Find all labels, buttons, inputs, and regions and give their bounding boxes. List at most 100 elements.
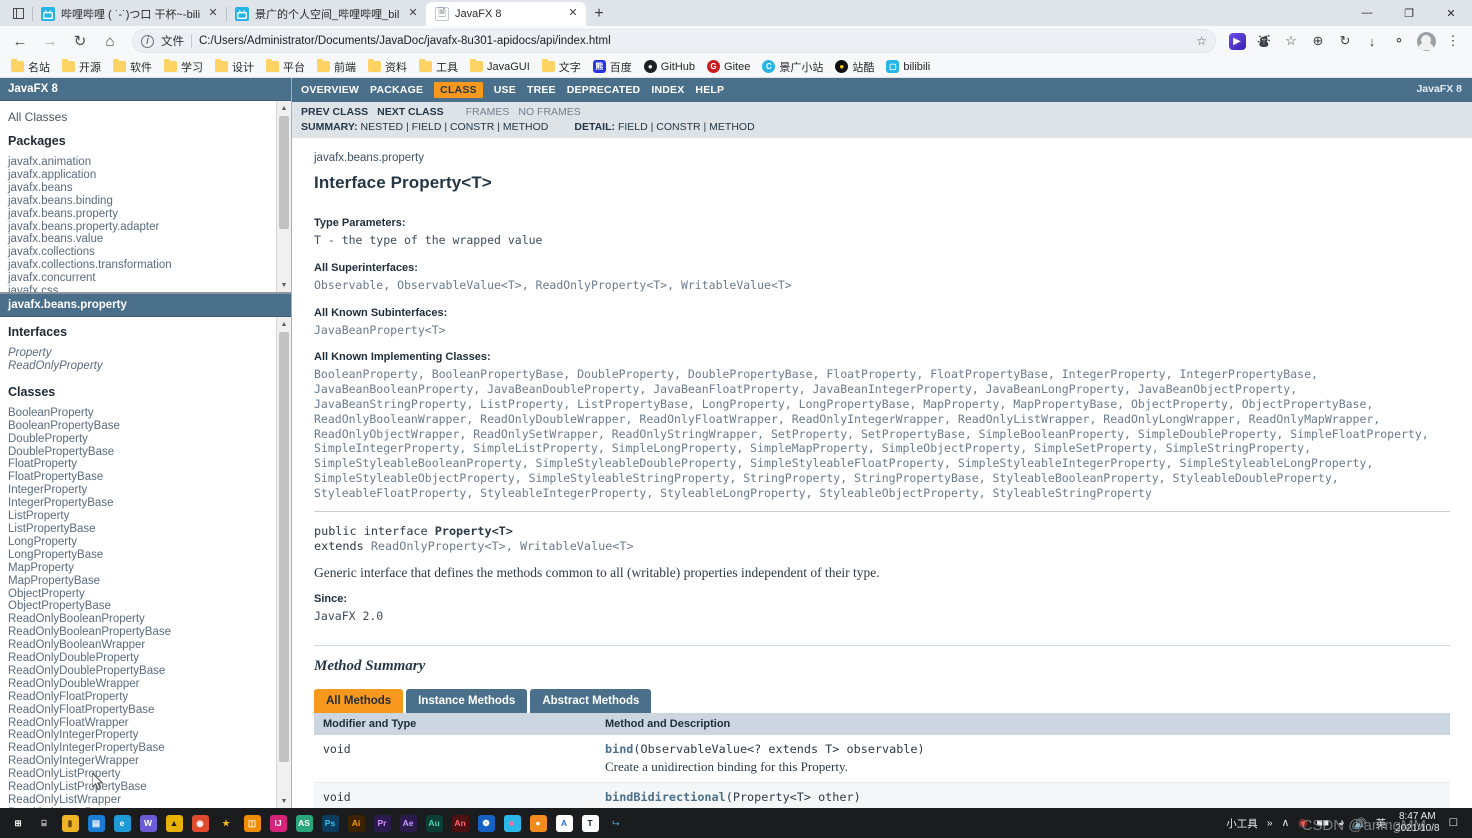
app-gradient-icon[interactable]: ■	[500, 811, 524, 835]
intellij-idea-icon[interactable]: IJ	[266, 811, 290, 835]
list-item[interactable]: javafx.animation	[8, 156, 283, 169]
nav-index[interactable]: INDEX	[651, 84, 684, 96]
list-item[interactable]: LongProperty	[8, 536, 283, 549]
scrollbar-thumb[interactable]	[279, 116, 289, 229]
bookmark-item[interactable]: 设计	[210, 57, 259, 77]
list-item[interactable]: ReadOnlyBooleanPropertyBase	[8, 626, 283, 639]
bookmark-item[interactable]: 平台	[261, 57, 310, 77]
list-item[interactable]: ReadOnlyListProperty	[8, 768, 283, 781]
list-item[interactable]: javafx.concurrent	[8, 272, 283, 285]
site-info-icon[interactable]: i	[141, 34, 154, 48]
tab-actions-menu[interactable]	[4, 0, 32, 26]
app-star-icon[interactable]: ★	[214, 811, 238, 835]
subinterfaces-value[interactable]: JavaBeanProperty<T>	[314, 323, 1450, 338]
tab-abstract-methods[interactable]: Abstract Methods	[530, 689, 652, 714]
list-item[interactable]: ReadOnlyProperty	[8, 360, 283, 373]
list-item[interactable]: ReadOnlyDoubleWrapper	[8, 678, 283, 691]
list-item[interactable]: javafx.beans.property	[8, 208, 283, 221]
list-item[interactable]: ReadOnlyFloatWrapper	[8, 717, 283, 730]
split-screen-icon[interactable]: ⛇	[1251, 29, 1277, 53]
list-item[interactable]: ReadOnlyIntegerProperty	[8, 729, 283, 742]
bookmark-item[interactable]: 文字	[537, 57, 586, 77]
list-item[interactable]: FloatPropertyBase	[8, 471, 283, 484]
bookmark-item[interactable]: 学习	[159, 57, 208, 77]
android-studio-icon[interactable]: AS	[292, 811, 316, 835]
list-item[interactable]: ReadOnlyIntegerWrapper	[8, 755, 283, 768]
prev-class-link[interactable]: PREV CLASS	[301, 106, 368, 118]
app-triangle-icon[interactable]: ▲	[162, 811, 186, 835]
app-globe-icon[interactable]: ❁	[474, 811, 498, 835]
wps-icon[interactable]: W	[136, 811, 160, 835]
copilot-icon[interactable]: ▶	[1224, 29, 1250, 53]
list-item[interactable]: javafx.collections	[8, 246, 283, 259]
file-explorer-icon[interactable]: ▮	[58, 811, 82, 835]
no-frames-link[interactable]: NO FRAMES	[518, 106, 580, 118]
bookmark-item[interactable]: C 景广小站	[757, 57, 828, 77]
next-class-link[interactable]: NEXT CLASS	[377, 106, 444, 118]
tab-all-methods[interactable]: All Methods	[314, 689, 404, 714]
list-item[interactable]: ReadOnlyFloatPropertyBase	[8, 704, 283, 717]
bookmark-item[interactable]: 资料	[363, 57, 412, 77]
app-orange-icon[interactable]: ●	[526, 811, 550, 835]
list-item[interactable]: ReadOnlyFloatProperty	[8, 691, 283, 704]
scroll-up-icon[interactable]: ▲	[277, 317, 291, 331]
list-item[interactable]: ListPropertyBase	[8, 523, 283, 536]
illustrator-icon[interactable]: Ai	[344, 811, 368, 835]
star-add-icon[interactable]: ☆	[1196, 34, 1207, 48]
nav-class[interactable]: CLASS	[434, 82, 483, 98]
tray-tools-label[interactable]: 小工具	[1226, 816, 1258, 831]
list-item[interactable]: LongPropertyBase	[8, 549, 283, 562]
notification-icon[interactable]: ☐	[1449, 817, 1458, 829]
app-snail-icon[interactable]: ◉	[188, 811, 212, 835]
bookmark-item[interactable]: JavaGUI	[465, 59, 535, 75]
superinterfaces-value[interactable]: Observable, ObservableValue<T>, ReadOnly…	[314, 278, 1450, 293]
more-icon[interactable]: ⋮	[1440, 29, 1466, 53]
downloads-icon[interactable]: ↓	[1359, 29, 1385, 53]
list-item[interactable]: ReadOnlyBooleanWrapper	[8, 639, 283, 652]
new-tab-button[interactable]: +	[586, 2, 612, 26]
list-item[interactable]: ListProperty	[8, 510, 283, 523]
bookmark-item[interactable]: G Gitee	[702, 58, 755, 75]
bookmark-item[interactable]: ▢ bilibili	[881, 58, 935, 75]
task-view-button[interactable]: ⌸	[32, 811, 56, 835]
scroll-up-icon[interactable]: ▲	[277, 101, 291, 115]
bookmark-item[interactable]: 开源	[57, 57, 106, 77]
list-item[interactable]: BooleanPropertyBase	[8, 420, 283, 433]
list-item[interactable]: Property	[8, 347, 283, 360]
tab-instance-methods[interactable]: Instance Methods	[406, 689, 528, 714]
list-item[interactable]: javafx.application	[8, 169, 283, 182]
close-icon[interactable]: ✕	[566, 7, 580, 21]
nav-tree[interactable]: TREE	[527, 84, 556, 96]
list-item[interactable]: IntegerPropertyBase	[8, 497, 283, 510]
list-item[interactable]: javafx.css	[8, 285, 283, 292]
scroll-down-icon[interactable]: ▼	[277, 278, 291, 292]
list-item[interactable]: javafx.beans.property.adapter	[8, 221, 283, 234]
declaration-extends-value[interactable]: ReadOnlyProperty<T>, WritableValue<T>	[371, 539, 634, 553]
list-item[interactable]: BooleanProperty	[8, 407, 283, 420]
bookmark-item[interactable]: 前端	[312, 57, 361, 77]
scrollbar-thumb[interactable]	[279, 332, 289, 762]
url-text[interactable]: C:/Users/Administrator/Documents/JavaDoc…	[199, 35, 611, 47]
list-item[interactable]: ReadOnlyListPropertyBase	[8, 781, 283, 794]
list-item[interactable]: javafx.beans	[8, 182, 283, 195]
implementing-classes-value[interactable]: BooleanProperty, BooleanPropertyBase, Do…	[314, 367, 1450, 500]
back-icon[interactable]: ←	[6, 28, 34, 54]
list-item[interactable]: javafx.beans.binding	[8, 195, 283, 208]
method-name-link[interactable]: bind	[605, 742, 633, 756]
animate-icon[interactable]: An	[448, 811, 472, 835]
list-item[interactable]: ReadOnlyBooleanProperty	[8, 613, 283, 626]
bookmark-item[interactable]: 名站	[6, 57, 55, 77]
list-item[interactable]: MapProperty	[8, 562, 283, 575]
list-item[interactable]: MapPropertyBase	[8, 575, 283, 588]
list-item[interactable]: javafx.beans.value	[8, 233, 283, 246]
app-circle-a-icon[interactable]: A	[552, 811, 576, 835]
app-squares-icon[interactable]: ◫	[240, 811, 264, 835]
list-item[interactable]: ReadOnlyDoublePropertyBase	[8, 665, 283, 678]
detail-items[interactable]: FIELD | CONSTR | METHOD	[618, 121, 755, 133]
method-name-link[interactable]: bindBidirectional	[605, 790, 726, 804]
packages-scrollbar[interactable]: ▲ ▼	[276, 101, 291, 292]
close-icon[interactable]: ✕	[206, 7, 220, 21]
summary-items[interactable]: NESTED | FIELD | CONSTR | METHOD	[361, 121, 549, 133]
bookmark-item[interactable]: 熊百度	[588, 57, 637, 77]
tray-overflow-icon[interactable]: »	[1267, 817, 1273, 829]
